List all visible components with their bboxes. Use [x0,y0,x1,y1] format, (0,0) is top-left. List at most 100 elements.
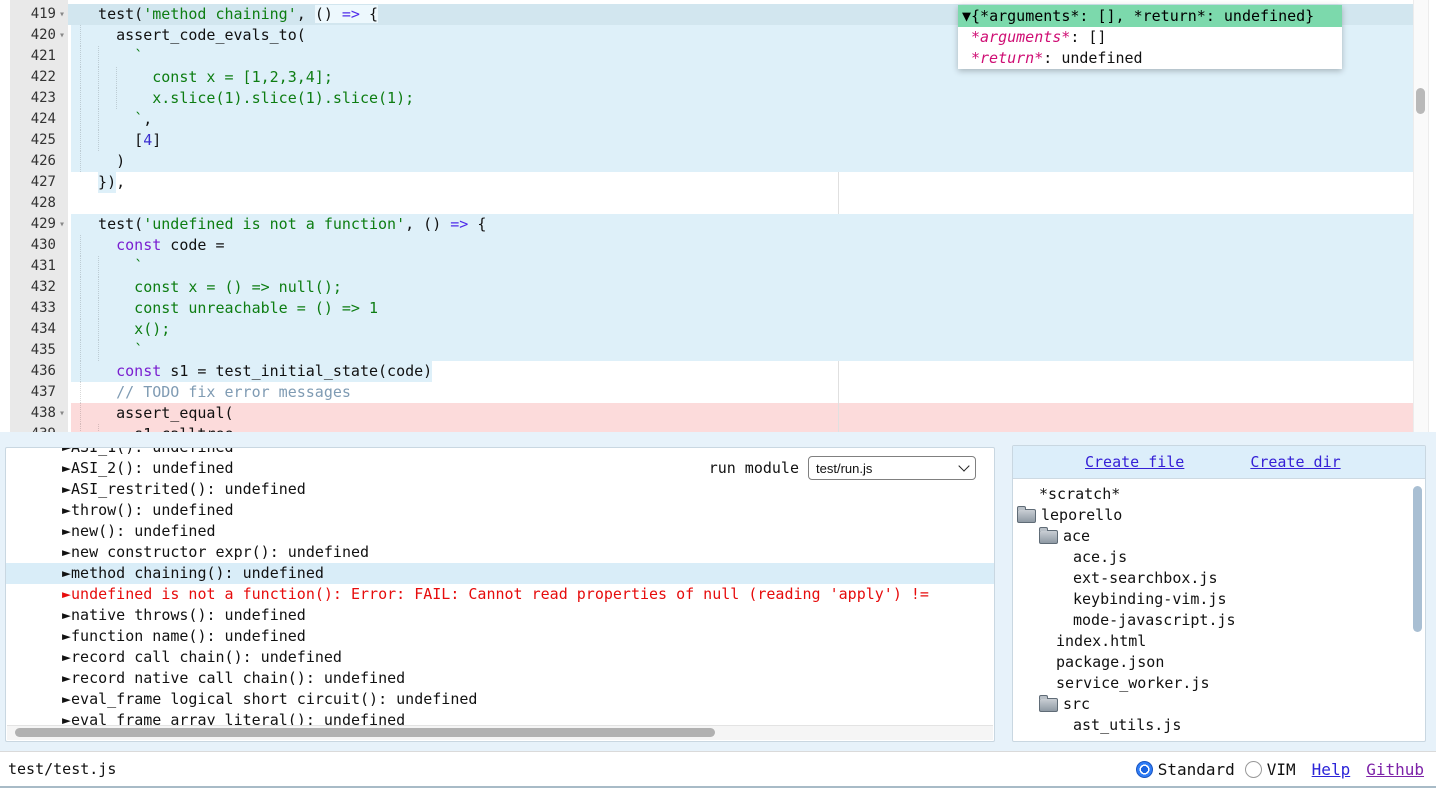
line-number[interactable]: 434 [10,319,68,340]
code-line[interactable]: 424 `, [10,109,1414,130]
code-line-content[interactable]: ` [68,340,1414,361]
line-number[interactable]: 419▾ [10,4,68,25]
code-line-content[interactable]: ) [68,151,1414,172]
line-number[interactable]: 427 [10,172,68,193]
code-line[interactable]: 435 ` [10,340,1414,361]
line-number[interactable]: 426 [10,151,68,172]
code-line-content[interactable]: // TODO fix error messages [68,382,1414,403]
results-horizontal-scrollbar[interactable] [7,725,993,740]
code-line-content[interactable]: assert_equal( [68,403,1414,424]
code-line[interactable]: 426 ) [10,151,1414,172]
code-line[interactable]: 427 }), [10,172,1414,193]
files-vertical-scrollbar[interactable] [1412,480,1423,739]
keybinding-option-vim[interactable]: VIM [1245,760,1296,779]
fold-arrow-icon[interactable]: ▾ [56,4,68,25]
create-file-link[interactable]: Create file [1085,453,1184,471]
line-number[interactable]: 431 [10,256,68,277]
create-dir-link[interactable]: Create dir [1250,453,1340,471]
line-number[interactable]: 429▾ [10,214,68,235]
line-number[interactable]: 430 [10,235,68,256]
code-line-content[interactable] [68,193,1414,214]
radio-standard[interactable] [1136,761,1153,778]
call-result-item[interactable]: ►record call chain(): undefined [6,647,994,668]
call-result-item[interactable]: ►new(): undefined [6,521,994,542]
tree-folder-leporello[interactable]: leporello [1013,505,1425,526]
tree-file-index-html[interactable]: index.html [1013,631,1425,652]
tree-file-keybinding-vim-js[interactable]: keybinding-vim.js [1013,589,1425,610]
scrollbar-thumb[interactable] [1413,486,1422,632]
code-line-content[interactable]: }), [68,172,1414,193]
line-number[interactable]: 428 [10,193,68,214]
fold-arrow-icon[interactable]: ▾ [56,403,68,424]
line-number[interactable]: 425 [10,130,68,151]
code-line[interactable]: 436 const s1 = test_initial_state(code) [10,361,1414,382]
code-line[interactable]: 428 [10,193,1414,214]
code-line[interactable]: 423 x.slice(1).slice(1).slice(1); [10,88,1414,109]
code-line[interactable]: 430 const code = [10,235,1414,256]
code-line-content[interactable]: x(); [68,319,1414,340]
code-line-content[interactable]: const x = () => null(); [68,277,1414,298]
call-result-item[interactable]: ►eval_frame logical short circuit(): und… [6,689,994,710]
line-number[interactable]: 424 [10,109,68,130]
line-number[interactable]: 438▾ [10,403,68,424]
line-number[interactable]: 439 [10,424,68,432]
tree-file-service-worker-js[interactable]: service_worker.js [1013,673,1425,694]
code-line[interactable]: 437 // TODO fix error messages [10,382,1414,403]
code-line[interactable]: 433 const unreachable = () => 1 [10,298,1414,319]
line-number[interactable]: 422 [10,67,68,88]
code-line[interactable]: 429▾ test('undefined is not a function',… [10,214,1414,235]
line-number[interactable]: 432 [10,277,68,298]
github-link[interactable]: Github [1366,760,1424,779]
tree-file-ext-searchbox-js[interactable]: ext-searchbox.js [1013,568,1425,589]
code-line-content[interactable]: const x = [1,2,3,4]; [68,67,1414,88]
tree-file--scratch-[interactable]: *scratch* [1013,484,1425,505]
call-result-item[interactable]: ►function name(): undefined [6,626,994,647]
call-result-item[interactable]: ►throw(): undefined [6,500,994,521]
code-line-content[interactable]: ` [68,256,1414,277]
code-line-content[interactable]: const code = [68,235,1414,256]
code-line[interactable]: 432 const x = () => null(); [10,277,1414,298]
line-number[interactable]: 433 [10,298,68,319]
code-line[interactable]: 425 [4] [10,130,1414,151]
code-line[interactable]: 438▾ assert_equal( [10,403,1414,424]
call-result-item[interactable]: ►record native call chain(): undefined [6,668,994,689]
code-line-content[interactable]: const s1 = test_initial_state(code) [68,361,1414,382]
call-result-item[interactable]: ►method chaining(): undefined [6,563,994,584]
code-line[interactable]: 431 ` [10,256,1414,277]
editor-vertical-scrollbar[interactable] [1413,0,1429,432]
code-line-content[interactable]: const unreachable = () => 1 [68,298,1414,319]
run-module-select[interactable]: test/run.js [808,456,976,480]
tree-file-ace-js[interactable]: ace.js [1013,547,1425,568]
keybinding-option-standard[interactable]: Standard [1136,760,1235,779]
line-number[interactable]: 435 [10,340,68,361]
code-editor[interactable]: 419▾ test('method chaining', () => {420▾… [0,0,1436,432]
radio-vim[interactable] [1245,761,1262,778]
code-line-content[interactable]: [4] [68,130,1414,151]
code-line-content[interactable]: s1.calltree [68,424,1414,432]
value-inspector-row[interactable]: *return*: undefined [958,48,1342,69]
fold-arrow-icon[interactable]: ▾ [56,214,68,235]
tree-file-ast-utils-js[interactable]: ast_utils.js [1013,715,1425,736]
tree-folder-src[interactable]: src [1013,694,1425,715]
line-number[interactable]: 423 [10,88,68,109]
line-number[interactable]: 421 [10,46,68,67]
code-line-content[interactable]: x.slice(1).slice(1).slice(1); [68,88,1414,109]
code-line-content[interactable]: `, [68,109,1414,130]
tree-file-mode-javascript-js[interactable]: mode-javascript.js [1013,610,1425,631]
help-link[interactable]: Help [1312,760,1351,779]
line-number[interactable]: 420▾ [10,25,68,46]
code-line[interactable]: 422 const x = [1,2,3,4]; [10,67,1414,88]
tree-file-package-json[interactable]: package.json [1013,652,1425,673]
value-inspector-row[interactable]: *arguments*: [] [958,27,1342,48]
scrollbar-thumb[interactable] [1416,88,1425,114]
code-line[interactable]: 439 s1.calltree [10,424,1414,432]
call-result-item[interactable]: ►undefined is not a function(): Error: F… [6,584,994,605]
call-result-item[interactable]: ►native throws(): undefined [6,605,994,626]
line-number[interactable]: 437 [10,382,68,403]
scrollbar-thumb[interactable] [15,728,715,737]
line-number[interactable]: 436 [10,361,68,382]
fold-arrow-icon[interactable]: ▾ [56,25,68,46]
call-result-item[interactable]: ►ASI_restrited(): undefined [6,479,994,500]
value-inspector-header[interactable]: ▼{*arguments*: [], *return*: undefined} [958,5,1342,27]
tree-folder-ace[interactable]: ace [1013,526,1425,547]
